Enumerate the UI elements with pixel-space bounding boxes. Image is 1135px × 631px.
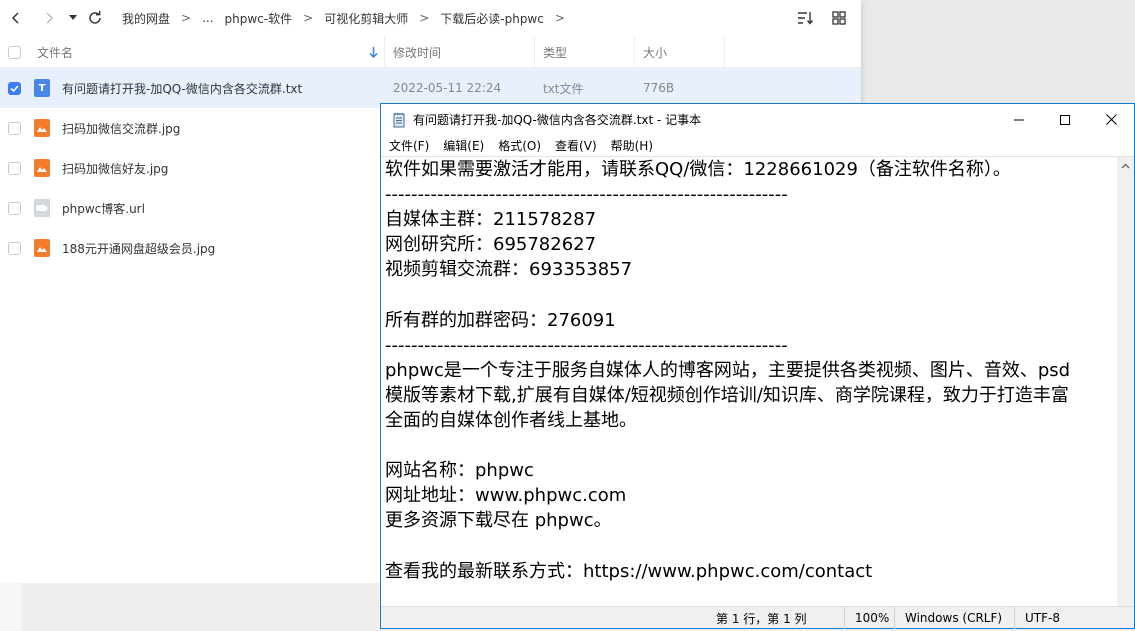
text-line: ----------------------------------------… [385, 334, 788, 356]
breadcrumb: 我的网盘 > ... phpwc-软件 > 可视化剪辑大师 > 下载后必读-ph… [122, 10, 576, 27]
text-line: 网站名称：phpwc [385, 460, 534, 482]
history-dropdown[interactable] [66, 5, 80, 31]
breadcrumb-separator-icon: > [554, 11, 565, 25]
column-divider [384, 36, 385, 68]
column-divider [634, 36, 635, 68]
link-file-icon [34, 188, 50, 228]
breadcrumb-separator-icon: > [419, 11, 430, 25]
file-name: 扫码加微信交流群.jpg [62, 121, 181, 136]
file-name: 扫码加微信好友.jpg [62, 161, 169, 176]
menu-bar: 文件(F) 编辑(E) 格式(O) 查看(V) 帮助(H) [381, 135, 1134, 156]
status-line-ending: Windows (CRLF) [894, 607, 1016, 629]
column-name[interactable]: 文件名 [37, 36, 73, 68]
text-line: 更多资源下载尽在 phpwc。 [385, 510, 612, 532]
breadcrumb-item-current[interactable]: 下载后必读-phpwc [440, 10, 544, 27]
file-name: 188元开通网盘超级会员.jpg [62, 241, 216, 256]
status-zoom: 100% [844, 607, 898, 629]
text-line: 查看我的最新联系方式：https://www.phpwc.com/contact [385, 560, 873, 582]
select-all-checkbox[interactable] [8, 36, 21, 68]
row-checkbox[interactable] [8, 228, 21, 268]
notepad-window: 有问题请打开我-加QQ-微信内含各交流群.txt - 记事本 文件(F) 编辑(… [380, 103, 1135, 629]
file-modified: 2022-05-11 22:24 [393, 81, 502, 95]
text-line: 模版等素材下载,扩展有自媒体/短视频创作培训/知识库、商学院课程，致力于打造丰富 [385, 384, 1069, 406]
grid-icon [832, 11, 846, 25]
status-bar: 第 1 行，第 1 列 100% Windows (CRLF) UTF-8 [381, 606, 1134, 629]
text-editor-area[interactable]: 软件如果需要激活才能用，请联系QQ/微信：1228661029（备注软件名称）。… [381, 156, 1134, 606]
text-line [385, 433, 1113, 458]
breadcrumb-item-editor[interactable]: 可视化剪辑大师 [324, 10, 408, 27]
minimize-icon [1014, 119, 1024, 120]
vertical-scrollbar[interactable] [1117, 157, 1134, 606]
forward-button[interactable] [36, 5, 62, 31]
sort-icon [798, 12, 813, 25]
text-file-icon: T [34, 68, 50, 108]
text-line: 软件如果需要激活才能用，请联系QQ/微信：1228661029（备注软件名称）。 [385, 159, 1011, 180]
column-divider [534, 36, 535, 68]
file-name: 有问题请打开我-加QQ-微信内含各交流群.txt [62, 81, 303, 96]
maximize-icon [1060, 114, 1070, 125]
menu-view[interactable]: 查看(V) [555, 137, 597, 154]
close-icon [1105, 114, 1117, 125]
row-checkbox[interactable] [8, 68, 21, 108]
file-name: phpwc博客.url [62, 201, 145, 216]
row-checkbox[interactable] [8, 188, 21, 228]
text-line: phpwc是一个专注于服务自媒体人的博客网站，主要提供各类视频、图片、音效、ps… [385, 359, 1071, 381]
text-line: 视频剪辑交流群：693353857 [385, 259, 633, 281]
menu-format[interactable]: 格式(O) [498, 137, 541, 154]
status-cursor-position: 第 1 行，第 1 列 [716, 611, 807, 626]
menu-edit[interactable]: 编辑(E) [443, 137, 484, 154]
sort-arrow-icon [369, 36, 378, 68]
window-title: 有问题请打开我-加QQ-微信内含各交流群.txt - 记事本 [413, 113, 702, 127]
text-line [385, 282, 1113, 307]
refresh-button[interactable] [82, 5, 108, 31]
minimize-button[interactable] [996, 104, 1042, 135]
breadcrumb-item-phpwc-software[interactable]: phpwc-软件 [225, 10, 293, 27]
file-type: txt文件 [543, 81, 584, 96]
text-line: ----------------------------------------… [385, 184, 788, 206]
chevron-left-icon [11, 12, 19, 24]
file-row[interactable]: T 有问题请打开我-加QQ-微信内含各交流群.txt 2022-05-11 22… [0, 68, 861, 108]
file-size: 776B [643, 81, 675, 95]
file-list-header: 文件名 修改时间 类型 大小 [0, 36, 861, 68]
notepad-app-icon [393, 112, 405, 127]
column-type[interactable]: 类型 [543, 36, 567, 68]
row-checkbox[interactable] [8, 108, 21, 148]
caret-down-icon [69, 15, 77, 20]
chevron-right-icon [46, 12, 54, 24]
text-line: 所有群的加群密码：276091 [385, 309, 616, 331]
text-line: 网址地址：www.phpwc.com [385, 485, 627, 507]
breadcrumb-item-my-drive[interactable]: 我的网盘 [122, 10, 170, 27]
scroll-up-button[interactable] [1117, 157, 1134, 174]
back-button[interactable] [3, 5, 29, 31]
row-checkbox[interactable] [8, 148, 21, 188]
menu-help[interactable]: 帮助(H) [611, 137, 653, 154]
column-modified[interactable]: 修改时间 [393, 36, 441, 68]
close-button[interactable] [1088, 104, 1134, 135]
sort-button[interactable] [795, 8, 815, 28]
status-encoding: UTF-8 [1014, 607, 1134, 629]
chevron-up-icon [1121, 163, 1130, 168]
notepad-title-bar[interactable]: 有问题请打开我-加QQ-微信内含各交流群.txt - 记事本 [381, 104, 1134, 135]
view-tools [795, 8, 849, 28]
file-manager-toolbar: 我的网盘 > ... phpwc-软件 > 可视化剪辑大师 > 下载后必读-ph… [0, 0, 861, 36]
image-file-icon [34, 148, 50, 188]
document-text[interactable]: 软件如果需要激活才能用，请联系QQ/微信：1228661029（备注软件名称）。… [385, 157, 1113, 584]
breadcrumb-separator-icon: > [303, 11, 314, 25]
breadcrumb-item-ellipsis[interactable]: ... [202, 11, 213, 25]
image-file-icon [34, 108, 50, 148]
column-size[interactable]: 大小 [643, 36, 667, 68]
grid-view-button[interactable] [829, 8, 849, 28]
breadcrumb-separator-icon: > [181, 11, 192, 25]
text-line: 自媒体主群：211578287 [385, 209, 597, 231]
text-line: 网创研究所：695782627 [385, 234, 597, 256]
text-line [385, 533, 1113, 558]
maximize-button[interactable] [1042, 104, 1088, 135]
window-controls [996, 104, 1134, 135]
text-line: 全面的自媒体创作者线上基地。 [385, 409, 637, 431]
refresh-icon [89, 11, 101, 24]
desktop: 我的网盘 > ... phpwc-软件 > 可视化剪辑大师 > 下载后必读-ph… [0, 0, 1135, 631]
menu-file[interactable]: 文件(F) [389, 137, 429, 154]
column-divider [724, 36, 725, 68]
image-file-icon [34, 228, 50, 268]
